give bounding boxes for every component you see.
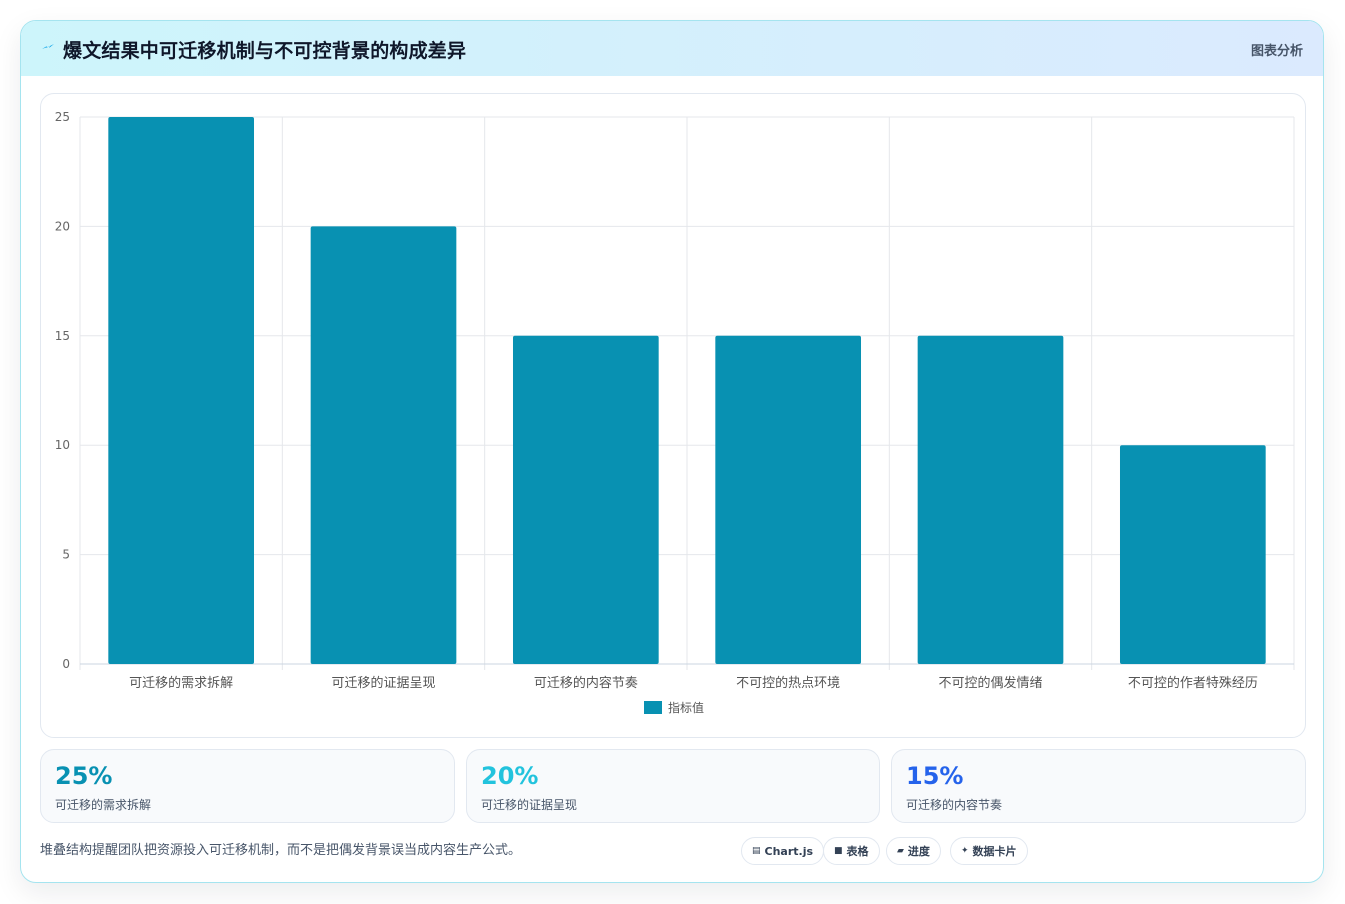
bar-chart: 0 5 10 15 20 25 可迁移的需求拆解 可迁移的证据呈现 可迁移的内容节奏 不可控的热点… bbox=[55, 110, 1295, 715]
stat-label: 可迁移的证据呈现 bbox=[481, 798, 578, 812]
pill-label: Chart.js bbox=[764, 844, 814, 858]
legend-swatch bbox=[644, 701, 662, 714]
card-header: 爆文结果中可迁移机制与不可控背景的构成差异 图表分析 bbox=[21, 21, 1323, 76]
x-tick-label: 不可控的热点环境 bbox=[736, 675, 840, 691]
x-tick-label: 可迁移的证据呈现 bbox=[331, 675, 435, 691]
table-icon: ■ bbox=[834, 846, 843, 856]
stat-value: 25% bbox=[55, 762, 113, 790]
stat-value: 15% bbox=[906, 762, 964, 790]
x-tick-label: 可迁移的内容节奏 bbox=[534, 675, 638, 691]
x-tick-label: 可迁移的需求拆解 bbox=[129, 675, 233, 691]
bar bbox=[715, 335, 862, 664]
y-tick-label: 10 bbox=[55, 438, 70, 452]
y-tick-label: 25 bbox=[55, 110, 70, 124]
bar bbox=[108, 117, 255, 664]
y-tick-label: 20 bbox=[55, 219, 70, 233]
stat-label: 可迁移的需求拆解 bbox=[55, 798, 152, 812]
y-tick-label: 5 bbox=[62, 548, 70, 562]
stat-value: 20% bbox=[481, 762, 539, 790]
pill-chartjs[interactable]: ▤ Chart.js bbox=[741, 837, 825, 865]
stat-label: 可迁移的内容节奏 bbox=[906, 798, 1003, 812]
footer-note: 堆叠结构提醒团队把资源投入可迁移机制，而不是把偶发背景误当成内容生产公式。 bbox=[40, 843, 522, 858]
card-icon: ✦ bbox=[961, 846, 969, 856]
bar bbox=[310, 226, 457, 664]
stat-card-3: 15% 可迁移的内容节奏 bbox=[891, 749, 1306, 823]
pill-label: 数据卡片 bbox=[972, 845, 1017, 858]
chart-card: 爆文结果中可迁移机制与不可控背景的构成差异 图表分析 0 5 10 15 20 25 可迁移… bbox=[20, 20, 1324, 883]
x-tick-label: 不可控的偶发情绪 bbox=[938, 675, 1042, 691]
bar bbox=[512, 335, 659, 664]
y-tick-label: 0 bbox=[62, 657, 70, 671]
stat-card-1: 25% 可迁移的需求拆解 bbox=[40, 749, 455, 823]
bar bbox=[1119, 445, 1266, 664]
pill-data-card[interactable]: ✦ 数据卡片 bbox=[950, 837, 1028, 865]
bar bbox=[917, 335, 1064, 664]
legend-label: 指标值 bbox=[668, 700, 704, 715]
progress-icon: ▰ bbox=[897, 846, 904, 856]
stat-card-2: 20% 可迁移的证据呈现 bbox=[466, 749, 880, 823]
sparkle-icon bbox=[42, 44, 54, 49]
pill-table[interactable]: ■ 表格 bbox=[823, 837, 880, 865]
pill-label: 表格 bbox=[846, 845, 869, 858]
pill-progress[interactable]: ▰ 进度 bbox=[886, 837, 941, 865]
pill-label: 进度 bbox=[907, 845, 930, 858]
x-tick-label: 不可控的作者特殊经历 bbox=[1128, 675, 1258, 691]
page-title: 爆文结果中可迁移机制与不可控背景的构成差异 bbox=[63, 40, 467, 62]
y-tick-label: 15 bbox=[55, 329, 70, 343]
header-badge: 图表分析 bbox=[1250, 44, 1303, 59]
chart-panel: 0 5 10 15 20 25 可迁移的需求拆解 可迁移的证据呈现 可迁移的内容节奏 不可控的热点… bbox=[40, 93, 1306, 738]
chart-icon: ▤ bbox=[752, 846, 761, 856]
